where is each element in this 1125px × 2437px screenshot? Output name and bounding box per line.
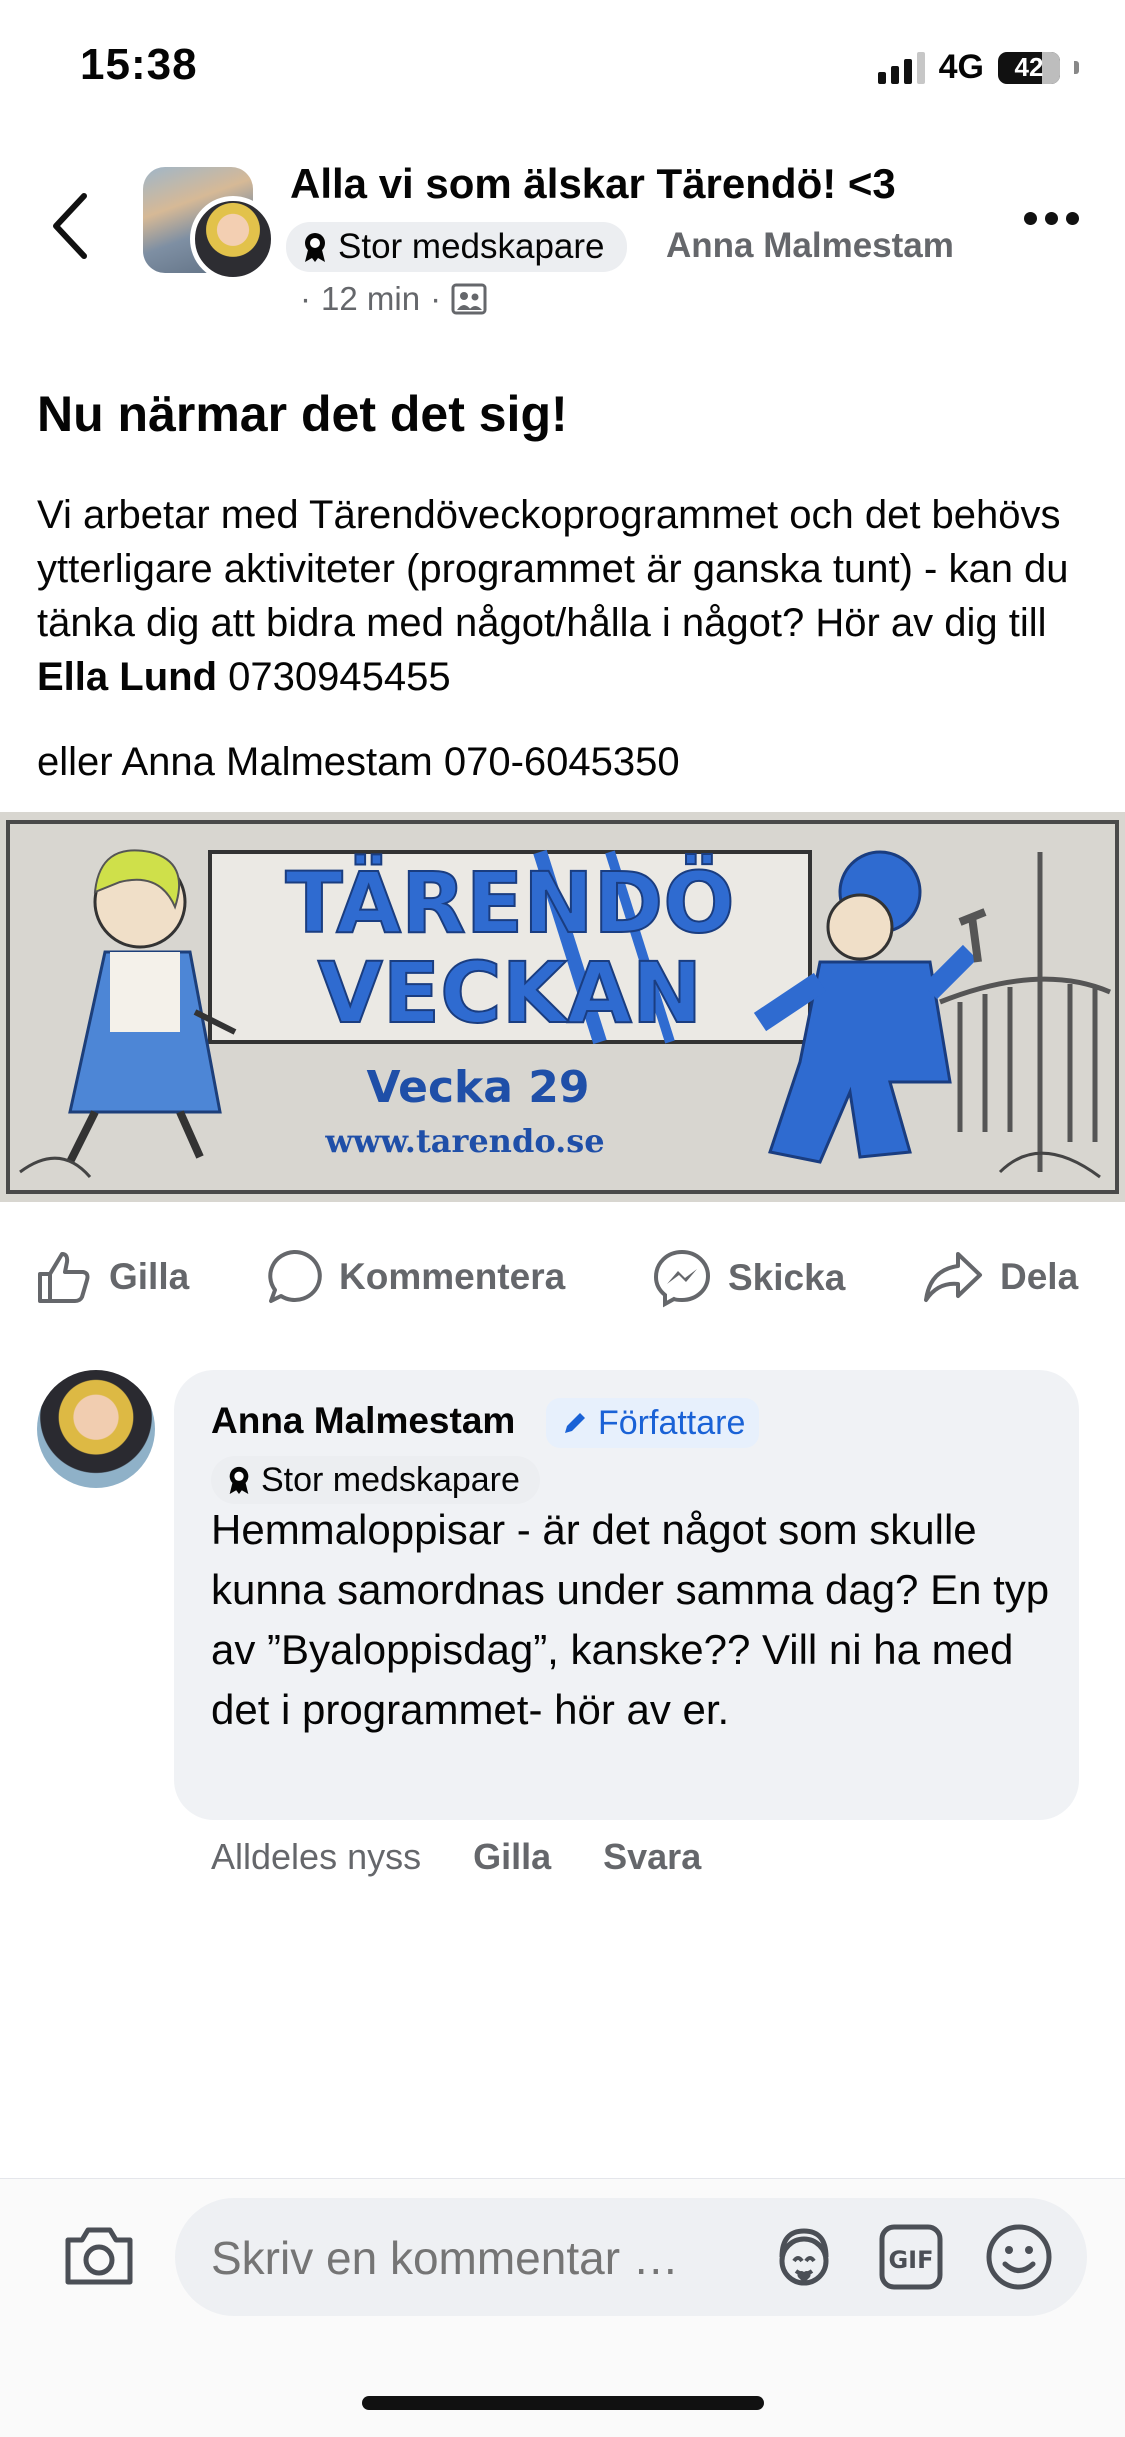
- banner-title-line1: TÄRENDÖ: [285, 854, 734, 952]
- svg-text:GIF: GIF: [888, 2246, 933, 2274]
- post-image[interactable]: TÄRENDÖ VECKAN Vecka 29 www.tarendo.se: [0, 812, 1125, 1202]
- post-time: 12 min: [321, 280, 421, 317]
- home-indicator: [362, 2396, 764, 2410]
- post-actions-bar: Gilla Kommentera Skicka Dela: [0, 1248, 1125, 1328]
- send-button[interactable]: Skicka: [652, 1248, 845, 1308]
- camera-icon[interactable]: [62, 2222, 136, 2288]
- comment-button[interactable]: Kommentera: [265, 1248, 565, 1306]
- group-audience-icon: [451, 283, 487, 315]
- badge-label: Stor medskapare: [338, 227, 605, 266]
- commenter-avatar[interactable]: [37, 1370, 155, 1488]
- commenter-badge[interactable]: Stor medskapare: [211, 1456, 540, 1504]
- battery-icon: 42: [998, 51, 1060, 84]
- more-options-icon[interactable]: [1024, 212, 1079, 225]
- post-meta: · 12 min ·: [300, 280, 487, 318]
- messenger-icon: [653, 1249, 711, 1308]
- network-label: 4G: [938, 48, 984, 86]
- author-tag: Författare: [546, 1398, 760, 1448]
- like-button[interactable]: Gilla: [35, 1248, 189, 1306]
- comment-footer: Alldeles nyss Gilla Svara: [211, 1836, 701, 1878]
- dot-separator: ·: [430, 280, 442, 317]
- dot-separator: ·: [300, 280, 311, 317]
- banner-url: www.tarendo.se: [324, 1122, 604, 1160]
- post-heading: Nu närmar det det sig!: [37, 386, 568, 442]
- share-button[interactable]: Dela: [922, 1248, 1078, 1306]
- post-body-contact: eller Anna Malmestam 070-6045350: [37, 740, 680, 784]
- post-author[interactable]: Anna Malmestam: [666, 226, 954, 266]
- comment-text: Hemmaloppisar - är det något som skulle …: [211, 1506, 1050, 1733]
- thumbs-up-icon: [38, 1252, 90, 1303]
- author-avatar-small[interactable]: [190, 196, 276, 282]
- status-time: 15:38: [80, 40, 198, 89]
- commenter-name[interactable]: Anna Malmestam: [211, 1400, 515, 1442]
- ribbon-badge-icon: [229, 1466, 249, 1494]
- banner-title-line2: VECKAN: [318, 944, 702, 1042]
- post-body: Vi arbetar med Tärendöveckoprogrammet oc…: [37, 493, 1069, 699]
- avatar-sticker-icon[interactable]: [768, 2221, 840, 2293]
- emoji-icon[interactable]: [983, 2221, 1055, 2293]
- share-arrow-icon: [924, 1252, 982, 1302]
- ribbon-badge-icon: [305, 233, 325, 262]
- comment-time: Alldeles nyss: [211, 1836, 422, 1877]
- back-icon[interactable]: [46, 190, 94, 262]
- comment-input[interactable]: [211, 2231, 711, 2285]
- banner-week: Vecka 29: [366, 1062, 589, 1113]
- group-title[interactable]: Alla vi som älskar Tärendö! <3: [290, 160, 896, 208]
- comment-like-button[interactable]: Gilla: [473, 1836, 551, 1878]
- battery-nub: [1074, 61, 1079, 74]
- signal-icon: [877, 51, 925, 84]
- pencil-icon: [565, 1413, 585, 1433]
- contributor-badge[interactable]: Stor medskapare: [286, 222, 627, 272]
- gif-icon[interactable]: GIF: [878, 2221, 944, 2293]
- status-indicators: 4G 42: [877, 48, 1079, 87]
- comment-bubble-icon: [268, 1249, 322, 1303]
- mention-name: Ella Lund: [37, 655, 217, 699]
- comment-reply-button[interactable]: Svara: [603, 1836, 701, 1878]
